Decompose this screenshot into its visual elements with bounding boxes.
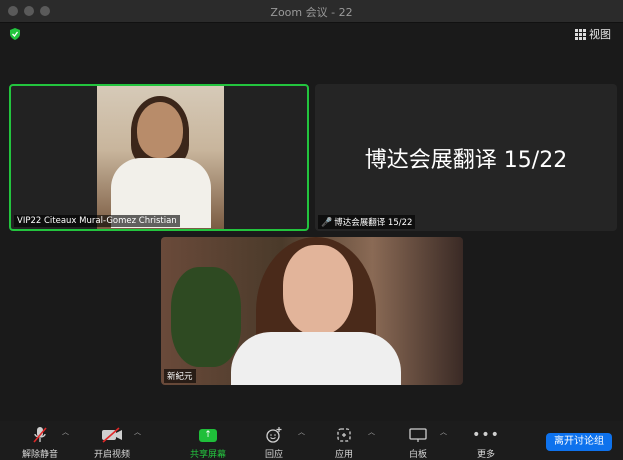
grid-view-icon [575,29,586,40]
whiteboard-icon [409,428,427,442]
video-options-chevron-icon[interactable]: ︿ [134,427,141,437]
participant-tile-1[interactable]: VIP22 Citeaux Mural-Gomez Christian [9,84,309,231]
window-title: Zoom 会议 - 22 [270,6,353,19]
reactions-label: 回应 [264,450,283,460]
title-bar: Zoom 会议 - 22 [0,0,623,23]
share-screen-label: 共享屏幕 [189,450,226,460]
unmute-label: 解除静音 [21,450,58,460]
whiteboard-button[interactable]: 白板 [388,421,448,460]
share-screen-button[interactable]: ↑ 共享屏幕 [178,421,238,460]
smiley-add-icon [266,427,282,443]
participant-name-label-2: 🎤 博达会展翻译 15/22 [318,215,416,229]
apps-label: 应用 [334,450,353,460]
whiteboard-label: 白板 [408,450,427,460]
start-video-button[interactable]: 开启视频 [82,421,142,460]
security-shield-icon[interactable] [9,28,21,40]
unmute-button[interactable]: 解除静音 [10,421,70,460]
more-dots-icon: ••• [472,427,500,443]
view-label: 视图 [589,28,611,41]
reactions-options-chevron-icon[interactable]: ︿ [298,427,305,437]
share-screen-icon: ↑ [199,428,217,442]
start-video-label: 开启视频 [93,450,130,460]
apps-options-chevron-icon[interactable]: ︿ [368,427,375,437]
zoom-window: Zoom 会议 - 22 视图 VIP22 Citeaux Mural-Gome… [0,0,623,460]
participant-tile-2[interactable]: 博达会展翻译 15/22 🎤 博达会展翻译 15/22 [315,84,617,231]
more-label: 更多 [476,450,495,460]
apps-icon [337,428,351,442]
microphone-muted-icon [33,427,47,443]
participant-video-1 [97,86,224,229]
participant-name-label-3: 新紀元 [164,369,196,383]
reactions-button[interactable]: 回应 [244,421,304,460]
participant-name-label-1: VIP22 Citeaux Mural-Gomez Christian [14,215,180,227]
participant-video-3 [161,237,463,385]
muted-mic-icon: 🎤 [321,218,333,228]
whiteboard-options-chevron-icon[interactable]: ︿ [440,427,447,437]
participant-display-name-2: 博达会展翻译 15/22 [364,148,568,173]
audio-options-chevron-icon[interactable]: ︿ [62,427,69,437]
participant-tile-3[interactable]: 新紀元 [161,237,463,385]
video-camera-off-icon [102,427,122,443]
view-button[interactable]: 视图 [575,26,611,42]
meeting-toolbar: 解除静音 ︿ 开启视频 ︿ ↑ 共享屏幕 回应 ︿ 应用 ︿ 白板 ︿ ••• … [0,421,623,460]
leave-breakout-room-button[interactable]: 离开讨论组 [546,433,612,451]
apps-button[interactable]: 应用 [314,421,374,460]
more-button[interactable]: ••• 更多 [456,421,516,460]
